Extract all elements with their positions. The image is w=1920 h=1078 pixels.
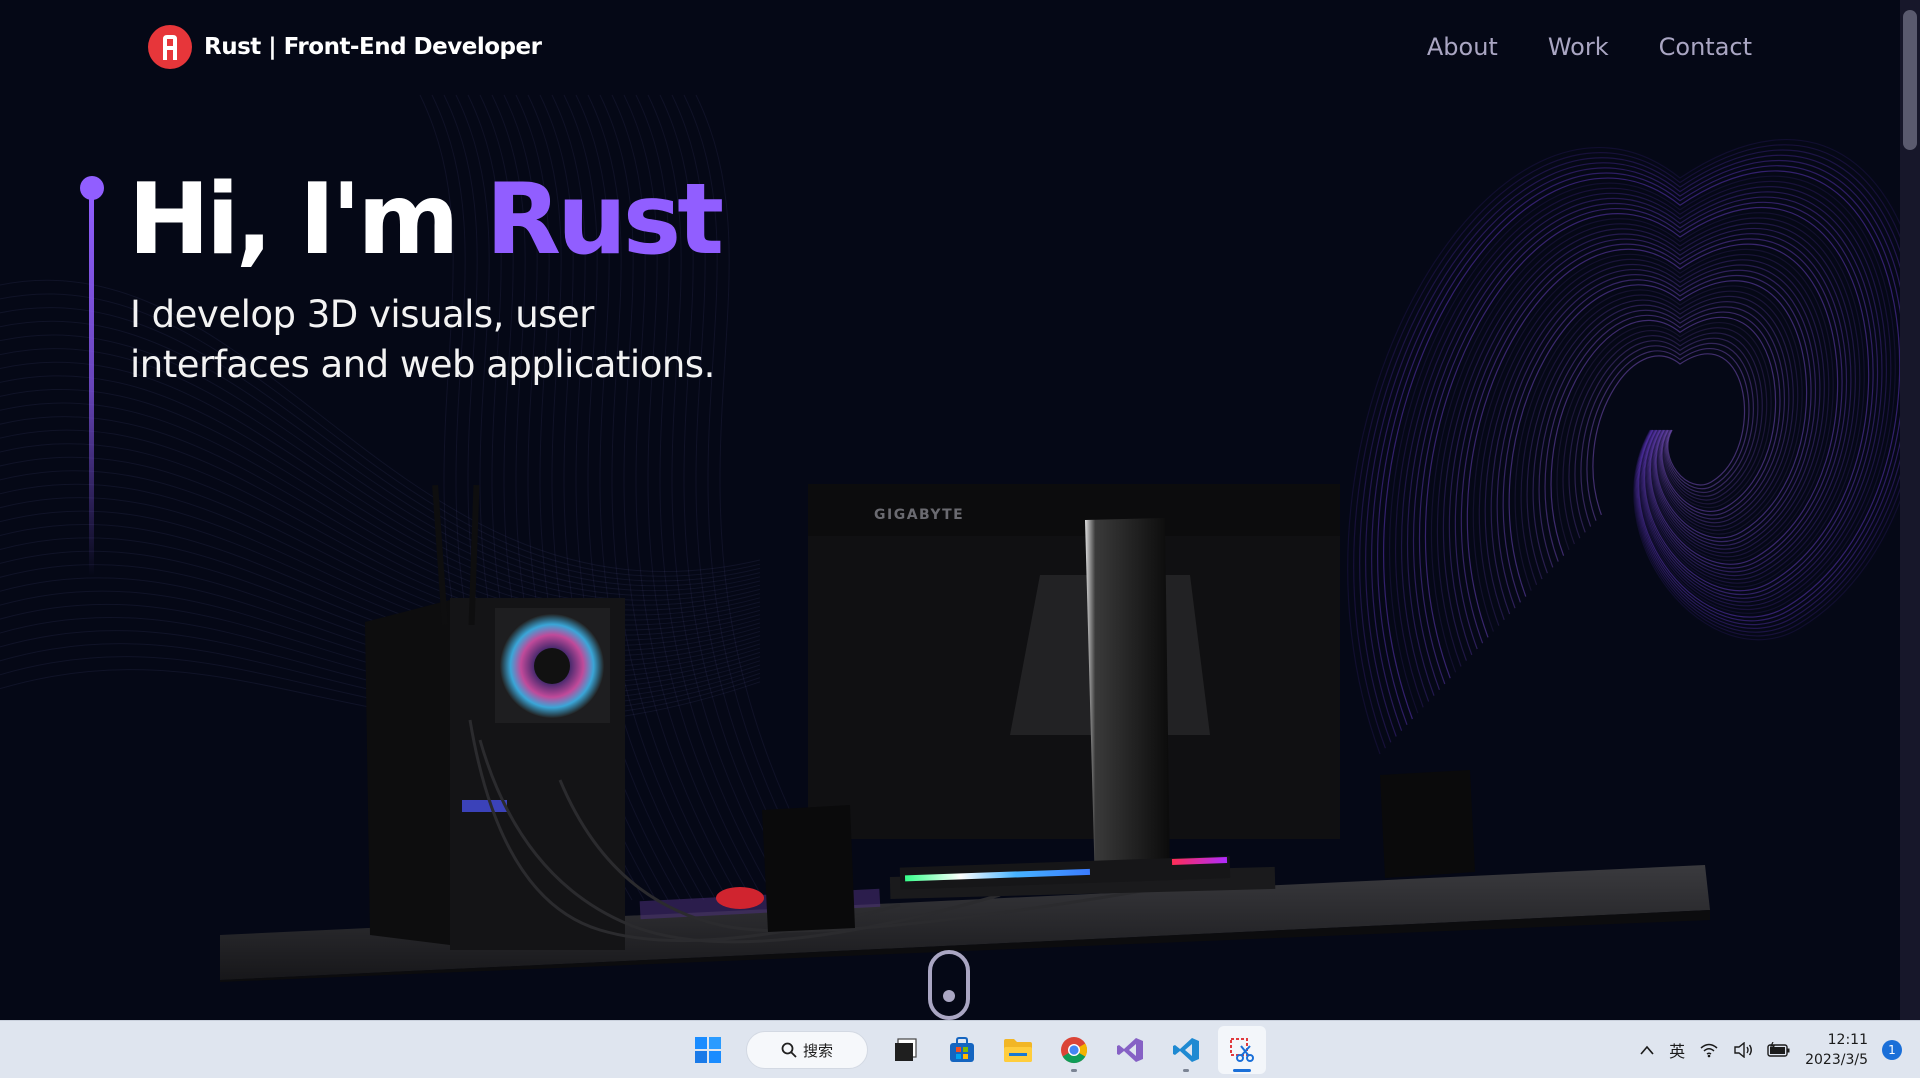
start-icon [695, 1037, 721, 1063]
scroll-down-indicator[interactable] [928, 950, 970, 1020]
chrome-button[interactable] [1050, 1026, 1098, 1074]
notification-badge[interactable]: 1 [1882, 1040, 1902, 1060]
taskbar-clock[interactable]: 12:11 2023/3/5 [1805, 1030, 1868, 1070]
monitor-brand-label: GIGABYTE [874, 507, 964, 523]
logo-icon [148, 25, 192, 69]
input-method-indicator[interactable]: 英 [1669, 1038, 1685, 1062]
pc-gpu-light [462, 800, 507, 812]
visual-studio-button[interactable] [1106, 1026, 1154, 1074]
hero-subtitle: I develop 3D visuals, user interfaces an… [130, 290, 810, 390]
brand-link[interactable]: Rust | Front-End Developer [148, 25, 542, 69]
snipping-tool-button[interactable] [1218, 1026, 1266, 1074]
file-explorer-icon [1004, 1039, 1032, 1062]
nav-links: About Work Contact [1427, 33, 1752, 61]
brand-title: Rust | Front-End Developer [204, 34, 542, 60]
left-speaker [762, 805, 855, 932]
file-explorer-button[interactable] [994, 1026, 1042, 1074]
monitor-stand [1085, 518, 1170, 885]
system-tray: 英 12:11 2023/3/5 1 [1639, 1021, 1920, 1078]
portfolio-page: Rust | Front-End Developer About Work Co… [0, 0, 1920, 1078]
pc-fan-hub [534, 648, 570, 684]
snipping-active-indicator [1233, 1069, 1251, 1072]
vscode-running-indicator [1183, 1069, 1189, 1072]
hero-title: Hi, I'm Rust [128, 160, 724, 280]
scrollbar-thumb[interactable] [1903, 10, 1917, 150]
vscode-icon [1173, 1038, 1199, 1062]
scroll-dot [943, 990, 955, 1002]
hero-subtitle-line2: interfaces and web applications. [130, 343, 715, 386]
volume-icon[interactable] [1733, 1042, 1753, 1058]
store-icon [950, 1037, 974, 1062]
page-scrollbar[interactable] [1900, 0, 1920, 1020]
right-speaker [1380, 770, 1475, 878]
search-icon [781, 1042, 797, 1058]
taskbar-apps: 搜索 [684, 1026, 1266, 1074]
chrome-icon [1061, 1037, 1088, 1064]
vscode-button[interactable] [1162, 1026, 1210, 1074]
taskbar-search[interactable]: 搜索 [746, 1031, 868, 1069]
search-label: 搜索 [802, 1041, 833, 1060]
hero-name: Rust [485, 163, 724, 277]
nav-link-contact[interactable]: Contact [1659, 33, 1752, 61]
visual-studio-icon [1117, 1038, 1143, 1062]
nav-link-about[interactable]: About [1427, 33, 1498, 61]
clock-date: 2023/3/5 [1805, 1052, 1868, 1068]
taskbar: 搜索 英 12:11 2023/3/5 1 [0, 1020, 1920, 1078]
task-view-button[interactable] [882, 1026, 930, 1074]
clock-time: 12:11 [1827, 1032, 1868, 1048]
chrome-running-indicator [1071, 1069, 1077, 1072]
task-view-icon [895, 1038, 917, 1061]
nav-link-work[interactable]: Work [1548, 33, 1609, 61]
wifi-icon[interactable] [1699, 1042, 1719, 1058]
store-button[interactable] [938, 1026, 986, 1074]
hero-subtitle-line1: I develop 3D visuals, user [130, 293, 594, 336]
desk-3d-canvas[interactable]: GIGABYTE [0, 0, 1900, 1020]
start-button[interactable] [684, 1026, 732, 1074]
navbar: Rust | Front-End Developer About Work Co… [0, 0, 1900, 94]
snipping-tool-icon [1230, 1038, 1254, 1062]
pc-case-side [365, 600, 450, 945]
battery-icon[interactable] [1767, 1042, 1791, 1058]
hero-greeting: Hi, I'm [128, 163, 486, 277]
show-hidden-icons-icon[interactable] [1639, 1044, 1655, 1056]
red-mouse [716, 887, 764, 909]
hero-accent-line [89, 196, 94, 576]
